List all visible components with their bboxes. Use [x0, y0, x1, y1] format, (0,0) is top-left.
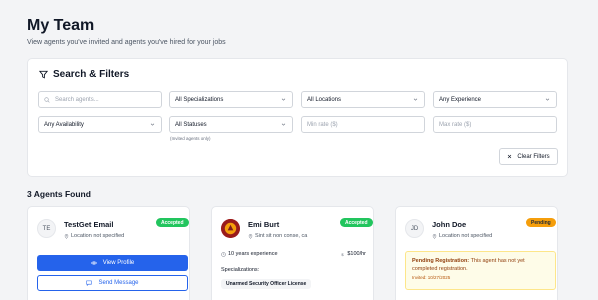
specializations-label: Specializations: [221, 267, 260, 273]
locations-value: All Locations [307, 96, 342, 103]
availability-value: Any Availability [44, 121, 84, 128]
experience-value: Any Experience [439, 96, 482, 103]
map-pin-icon [432, 233, 437, 239]
locations-select[interactable]: All Locations [301, 91, 425, 108]
agent-meta: 10 years experience $ $100/hr [221, 251, 366, 257]
chevron-down-icon [413, 98, 418, 101]
send-message-button[interactable]: Send Message [37, 275, 188, 291]
max-rate-input[interactable]: Max rate ($) [433, 116, 557, 133]
my-team-page: My Team View agents you've invited and a… [0, 0, 598, 300]
avatar-image-icon [221, 219, 240, 238]
statuses-select[interactable]: All Statuses [169, 116, 293, 133]
agent-location-text: Location not specified [439, 233, 493, 239]
experience-text: 10 years experience [228, 251, 278, 257]
close-icon [508, 154, 512, 159]
agent-location-text: Sint sit non conse, ca [255, 233, 308, 239]
results-count: 3 Agents Found [27, 189, 91, 199]
filter-icon [39, 70, 48, 79]
agent-card: Emi Burt Sint sit non conse, ca Accepted… [211, 206, 374, 300]
agent-location: Location not specified [432, 233, 492, 239]
status-badge: Accepted [340, 218, 373, 227]
view-profile-label: View Profile [102, 260, 135, 266]
pending-registration-notice: Pending Registration: This agent has not… [405, 251, 556, 290]
chevron-down-icon [150, 123, 155, 126]
statuses-value: All Statuses [175, 121, 207, 128]
search-placeholder: Search agents... [55, 96, 99, 103]
search-filters-panel: Search & Filters Search agents... All Sp… [27, 58, 568, 177]
page-subtitle: View agents you've invited and agents yo… [27, 39, 226, 46]
statuses-hint: (Invited agents only) [170, 136, 211, 141]
chevron-down-icon [281, 123, 286, 126]
search-icon [44, 96, 50, 103]
filters-header: Search & Filters [39, 69, 129, 80]
agent-location: Location not specified [64, 233, 124, 239]
eye-icon [90, 261, 97, 265]
chevron-down-icon [281, 98, 286, 101]
status-badge: Accepted [156, 218, 189, 227]
clear-filters-label: Clear Filters [517, 153, 550, 160]
send-message-label: Send Message [98, 280, 139, 286]
min-rate-placeholder: Min rate ($) [307, 121, 338, 128]
clock-icon [221, 251, 226, 257]
avatar: TE [37, 219, 56, 238]
map-pin-icon [248, 233, 253, 239]
pending-text: Pending Registration: This agent has not… [412, 257, 549, 273]
rate-text: $100/hr [347, 251, 366, 257]
agent-name[interactable]: TestGet Email [64, 220, 113, 229]
specializations-select[interactable]: All Specializations [169, 91, 293, 108]
min-rate-input[interactable]: Min rate ($) [301, 116, 425, 133]
message-icon [86, 280, 93, 286]
experience-select[interactable]: Any Experience [433, 91, 557, 108]
agent-rate: $ $100/hr [340, 251, 366, 257]
chevron-down-icon [545, 98, 550, 101]
specializations-value: All Specializations [175, 96, 224, 103]
filters-title: Search & Filters [53, 69, 130, 80]
agent-name[interactable]: Emi Burt [248, 220, 279, 229]
agent-location: Sint sit non conse, ca [248, 233, 307, 239]
agent-card: JD John Doe Location not specified Pendi… [395, 206, 558, 300]
agent-name[interactable]: John Doe [432, 220, 466, 229]
specialization-tag: Unarmed Security Officer License [221, 279, 312, 289]
map-pin-icon [64, 233, 69, 239]
pending-title: Pending Registration: [412, 258, 470, 264]
svg-text:$: $ [342, 252, 345, 257]
max-rate-placeholder: Max rate ($) [439, 121, 472, 128]
view-profile-button[interactable]: View Profile [37, 255, 188, 271]
avatar [221, 219, 240, 238]
agent-location-text: Location not specified [71, 233, 125, 239]
agent-experience: 10 years experience [221, 251, 278, 257]
page-title: My Team [27, 17, 95, 34]
search-input[interactable]: Search agents... [38, 91, 162, 108]
invited-date: Invited: 10/27/2025 [412, 275, 451, 280]
availability-select[interactable]: Any Availability [38, 116, 162, 133]
clear-filters-button[interactable]: Clear Filters [499, 148, 558, 165]
agent-card: TE TestGet Email Location not specified … [27, 206, 190, 300]
dollar-icon: $ [342, 252, 345, 257]
avatar: JD [405, 219, 424, 238]
status-badge: Pending [526, 218, 556, 227]
